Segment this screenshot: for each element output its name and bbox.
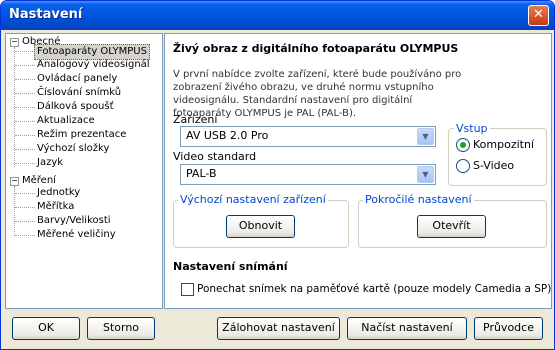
tree-branch [15,193,35,194]
open-button[interactable]: Otevřít [417,215,486,238]
collapse-icon[interactable]: − [10,38,19,47]
device-value: AV USB 2.0 Pro [186,129,269,142]
radio-dot [460,142,466,148]
tree-item-colors[interactable]: Barvy/Velikosti [37,214,111,228]
window-title: Nastavení [9,7,83,22]
advanced-settings-label: Pokročilé nastavení [363,193,474,206]
tree-item-update[interactable]: Aktualizace [37,114,95,128]
tree-branch [15,51,35,52]
tree-item-remote[interactable]: Dálková spoušť [37,100,114,114]
video-standard-label: Video standard [173,150,257,163]
tree-branch [15,121,35,122]
radio-composite-label: Kompozitní [473,138,534,151]
panel-description: V první nabídce zvolte zařízení, které b… [173,69,462,119]
device-select[interactable]: AV USB 2.0 Pro ▼ [180,126,436,147]
keep-image-label: Ponechat snímek na paměťové kartě (pouze… [197,283,552,295]
tree-branch [15,149,35,150]
tree-branch [15,235,35,236]
capture-heading: Nastavení snímání [173,260,288,273]
radio-svideo[interactable] [456,159,470,173]
panel-heading: Živý obraz z digitálního fotoaparátu OLY… [173,42,459,55]
tree-branch [15,107,35,108]
video-standard-value: PAL-B [186,167,217,180]
tree-branch [15,135,35,136]
input-groupbox [448,128,547,186]
tree-branch [15,93,35,94]
radio-composite[interactable] [456,138,470,152]
chevron-down-icon[interactable]: ▼ [417,128,434,145]
close-button[interactable]: ✕ [528,5,549,26]
tree-item-units[interactable]: Jednotky [37,186,80,200]
tree-item-numbering[interactable]: Číslování snímků [37,86,121,100]
wizard-button[interactable]: Průvodce [474,317,543,340]
settings-tree: − Obecné Fotoaparáty OLYMPUS Analogový v… [5,33,163,309]
tree-item-scales[interactable]: Měřítka [37,200,74,214]
tree-item-panels[interactable]: Ovládací panely [37,72,117,86]
tree-branch [15,79,35,80]
tree-item-measured[interactable]: Měřené veličiny [37,228,116,242]
radio-svideo-label: S-Video [473,159,515,172]
backup-settings-button[interactable]: Zálohovat nastavení [217,317,340,340]
tree-item-folders[interactable]: Výchozí složky [37,142,109,156]
close-icon: ✕ [533,7,544,22]
cancel-button[interactable]: Storno [87,317,155,340]
tree-item-analog[interactable]: Analogový videosignál [37,58,150,72]
input-group-label: Vstup [454,122,490,135]
ok-button[interactable]: OK [12,317,80,340]
tree-branch [15,163,35,164]
restore-button[interactable]: Obnovit [226,215,295,238]
chevron-down-icon[interactable]: ▼ [417,166,434,183]
settings-window: Nastavení ✕ − Obecné Fotoaparáty OLYMPUS… [0,0,555,350]
device-label: Zařízení [173,113,218,126]
tree-item-presentation[interactable]: Režim prezentace [37,128,126,142]
tree-item-language[interactable]: Jazyk [37,156,63,170]
keep-image-checkbox[interactable] [181,283,194,296]
settings-panel: Živý obraz z digitálního fotoaparátu OLY… [164,33,552,309]
collapse-icon[interactable]: − [10,177,19,186]
tree-branch [15,65,35,66]
default-settings-label: Výchozí nastavení zařízení [178,193,328,206]
title-bar[interactable]: Nastavení ✕ [1,1,554,30]
video-standard-select[interactable]: PAL-B ▼ [180,164,436,185]
load-settings-button[interactable]: Načíst nastavení [347,317,467,340]
tree-branch [15,207,35,208]
tree-branch [15,221,35,222]
